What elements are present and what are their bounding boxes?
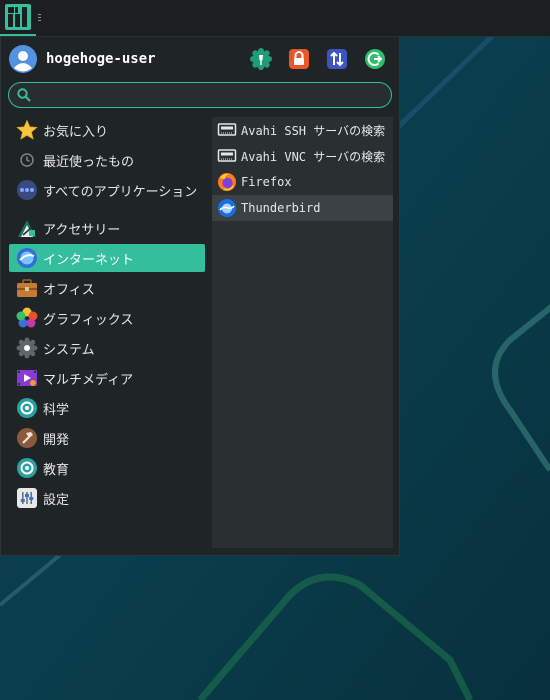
category-label: 最近使ったもの bbox=[43, 154, 135, 170]
category-label: すべてのアプリケーション bbox=[43, 184, 198, 200]
thunderbird-icon bbox=[218, 199, 236, 217]
app-label: Thunderbird bbox=[241, 201, 321, 215]
category-graphics[interactable]: グラフィックス bbox=[9, 304, 205, 332]
network-server-icon bbox=[217, 149, 237, 162]
category-label: アクセサリー bbox=[43, 222, 121, 238]
category-education[interactable]: 教育 bbox=[9, 454, 205, 482]
category-science[interactable]: 科学 bbox=[9, 394, 205, 422]
app-thunderbird[interactable]: Thunderbird bbox=[212, 195, 393, 221]
category-all-applications[interactable]: すべてのアプリケーション bbox=[9, 176, 205, 204]
logout-button[interactable] bbox=[364, 48, 386, 70]
category-list: お気に入り 最近使ったもの すべてのアプリケーション アクセサリー インターネッ… bbox=[9, 116, 205, 514]
app-label: Avahi SSH サーバの検索 bbox=[241, 123, 386, 138]
network-server-icon bbox=[217, 123, 237, 136]
category-label: システム bbox=[43, 342, 95, 358]
all-apps-icon bbox=[17, 180, 37, 200]
category-label: 開発 bbox=[43, 432, 70, 448]
panel-grip-icon[interactable] bbox=[38, 13, 41, 23]
app-avahi-vnc[interactable]: Avahi VNC サーバの検索 bbox=[212, 143, 393, 169]
switch-user-icon bbox=[327, 49, 347, 69]
category-internet[interactable]: インターネット bbox=[9, 244, 205, 272]
category-label: 教育 bbox=[43, 462, 70, 478]
switch-user-button[interactable] bbox=[326, 48, 348, 70]
development-icon bbox=[17, 428, 37, 448]
search-field[interactable] bbox=[8, 82, 392, 108]
category-recent[interactable]: 最近使ったもの bbox=[9, 146, 205, 174]
category-accessories[interactable]: アクセサリー bbox=[9, 214, 205, 242]
settings-icon bbox=[17, 488, 37, 508]
settings-manager-button[interactable] bbox=[250, 48, 272, 70]
application-list: Avahi SSH サーバの検索 Avahi VNC サーバの検索 Firefo… bbox=[212, 117, 393, 548]
app-label: Firefox bbox=[241, 175, 292, 189]
category-settings[interactable]: 設定 bbox=[9, 484, 205, 512]
username-label: hogehoge-user bbox=[46, 51, 156, 67]
office-icon bbox=[17, 279, 37, 297]
search-icon bbox=[17, 88, 31, 102]
category-system[interactable]: システム bbox=[9, 334, 205, 362]
multimedia-icon bbox=[17, 370, 37, 386]
app-label: Avahi VNC サーバの検索 bbox=[241, 149, 386, 164]
education-icon bbox=[17, 458, 37, 478]
lock-screen-button[interactable] bbox=[288, 48, 310, 70]
category-label: インターネット bbox=[43, 252, 135, 268]
app-avahi-ssh[interactable]: Avahi SSH サーバの検索 bbox=[212, 117, 393, 143]
logout-icon bbox=[365, 49, 385, 69]
category-label: 設定 bbox=[43, 492, 70, 508]
graphics-icon bbox=[16, 307, 38, 328]
search-input[interactable] bbox=[37, 85, 381, 107]
firefox-icon bbox=[218, 173, 236, 191]
user-avatar-icon bbox=[9, 45, 37, 73]
clock-icon bbox=[20, 153, 34, 167]
menu-header: hogehoge-user bbox=[9, 45, 393, 75]
category-separator bbox=[9, 206, 205, 214]
accessories-icon bbox=[18, 220, 36, 237]
category-favorites[interactable]: お気に入り bbox=[9, 116, 205, 144]
category-label: グラフィックス bbox=[43, 312, 134, 328]
settings-manager-icon bbox=[250, 48, 272, 70]
category-label: お気に入り bbox=[43, 124, 109, 140]
star-icon bbox=[16, 119, 38, 140]
science-icon bbox=[17, 398, 37, 418]
internet-icon bbox=[17, 248, 37, 268]
category-office[interactable]: オフィス bbox=[9, 274, 205, 302]
top-panel bbox=[0, 0, 550, 37]
app-firefox[interactable]: Firefox bbox=[212, 169, 393, 195]
category-label: 科学 bbox=[43, 402, 70, 418]
system-icon bbox=[16, 337, 38, 359]
category-label: マルチメディア bbox=[43, 372, 134, 388]
application-menu: hogehoge-user お気に入り 最近使ったもの すべてのアプリケーション… bbox=[0, 37, 400, 556]
lock-screen-icon bbox=[289, 49, 309, 69]
category-development[interactable]: 開発 bbox=[9, 424, 205, 452]
category-label: オフィス bbox=[43, 282, 95, 298]
whisker-menu-button[interactable] bbox=[0, 0, 36, 36]
manjaro-logo-icon bbox=[5, 4, 31, 30]
category-multimedia[interactable]: マルチメディア bbox=[9, 364, 205, 392]
